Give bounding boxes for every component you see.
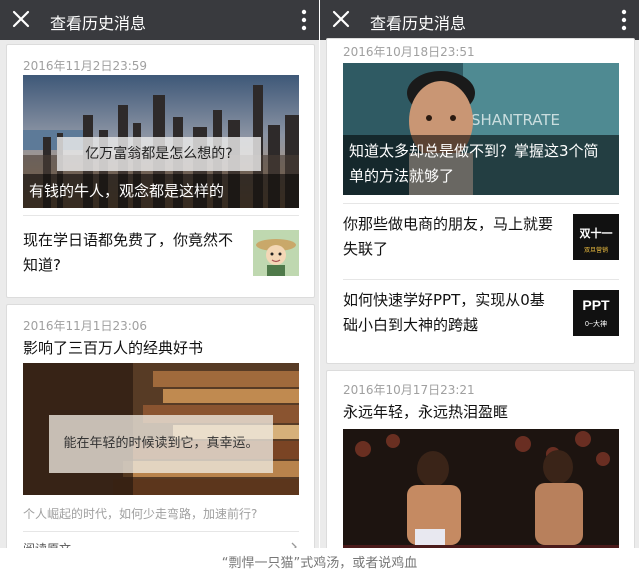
sub-article-row[interactable]: 现在学日语都免费了，你竟然不知道? (23, 215, 299, 295)
thumbnail-title: 双十一 (579, 228, 613, 240)
article-date: 2016年11月2日23:59 (23, 59, 148, 73)
article-headline: 永远年轻，永远热泪盈眶 (343, 403, 509, 421)
thumbnail-title: PPT (582, 297, 610, 313)
close-icon[interactable] (10, 8, 32, 30)
image-overlay-text: 能在年轻的时候读到它，真幸运。 (49, 415, 273, 473)
sub-article-title: 现在学日语都免费了，你竟然不知道? (23, 231, 234, 274)
chevron-right-icon (291, 542, 297, 548)
cover-image[interactable]: 亿万富翁都是怎么想的? 有钱的牛人，观念都是这样的 (23, 75, 299, 208)
page-title: 查看历史消息 (370, 14, 467, 33)
history-panel-left: 查看历史消息 2016年11月2日23:59 亿万富翁都是怎么想的? 有钱的牛人… (0, 0, 319, 548)
more-icon[interactable] (301, 9, 307, 31)
thumbnail-subtitle: 0~大神 (585, 321, 607, 328)
article-card[interactable]: 2016年10月18日23:51 SHANTRATE 知道太多却总是做不到？掌握… (326, 38, 635, 364)
cartoon-girl-thumbnail (253, 230, 299, 276)
cover-image[interactable] (343, 429, 619, 548)
article-caption: 有钱的牛人，观念都是这样的 (23, 174, 299, 208)
image-overlay-text: 亿万富翁都是怎么想的? (57, 137, 261, 171)
more-icon[interactable] (621, 9, 627, 31)
sub-article-title: 你那些做电商的朋友，马上就要失联了 (343, 215, 554, 258)
sub-article-title: 如何快速学好PPT，实现从0基础小白到大神的跨越 (343, 291, 545, 334)
history-panel-right: 查看历史消息 2016年10月18日23:51 SHANTRATE 知道太多却总… (320, 0, 639, 548)
ppt-thumbnail: PPT 0~大神 (573, 290, 619, 336)
read-more-row[interactable]: 阅读原文 (23, 531, 299, 548)
close-icon[interactable] (330, 8, 352, 30)
article-card[interactable]: 2016年11月2日23:59 亿万富翁都是怎么想的? 有钱的牛人，观念都是这样… (6, 44, 315, 298)
sub-article-row[interactable]: 你那些做电商的朋友，马上就要失联了 双十一 双旦营销 (343, 203, 619, 279)
article-card[interactable]: 2016年10月17日23:21 永远年轻，永远热泪盈眶 (326, 370, 635, 548)
article-headline: 影响了三百万人的经典好书 (23, 339, 204, 357)
title-bar: 查看历史消息 (320, 0, 639, 40)
cover-image[interactable]: 能在年轻的时候读到它，真幸运。 (23, 363, 299, 495)
article-caption: 知道太多却总是做不到？掌握这3个简单的方法就够了 (343, 135, 619, 195)
page-title: 查看历史消息 (50, 14, 147, 33)
thumbnail-subtitle: 双旦营销 (583, 248, 608, 254)
article-summary: 个人崛起的时代，如何少走弯路，加速前行? (23, 507, 258, 521)
article-card[interactable]: 2016年11月1日23:06 影响了三百万人的经典好书 能在年轻的时候读到它，… (6, 304, 315, 548)
image-caption: “剽悍一只猫”式鸡汤，或者说鸡血 (221, 556, 418, 571)
article-date: 2016年10月17日23:21 (343, 383, 475, 397)
boxing-image (343, 429, 619, 548)
cover-image[interactable]: SHANTRATE 知道太多却总是做不到？掌握这3个简单的方法就够了 (343, 63, 619, 195)
sub-article-row[interactable]: 如何快速学好PPT，实现从0基础小白到大神的跨越 PPT 0~大神 (343, 279, 619, 359)
title-bar: 查看历史消息 (0, 0, 319, 40)
double-eleven-thumbnail: 双十一 双旦营销 (573, 214, 619, 260)
background-sign-text: SHANTRATE (471, 111, 560, 129)
article-date: 2016年11月1日23:06 (23, 319, 148, 333)
read-more-link[interactable]: 阅读原文 (23, 540, 71, 548)
article-date: 2016年10月18日23:51 (343, 45, 475, 59)
